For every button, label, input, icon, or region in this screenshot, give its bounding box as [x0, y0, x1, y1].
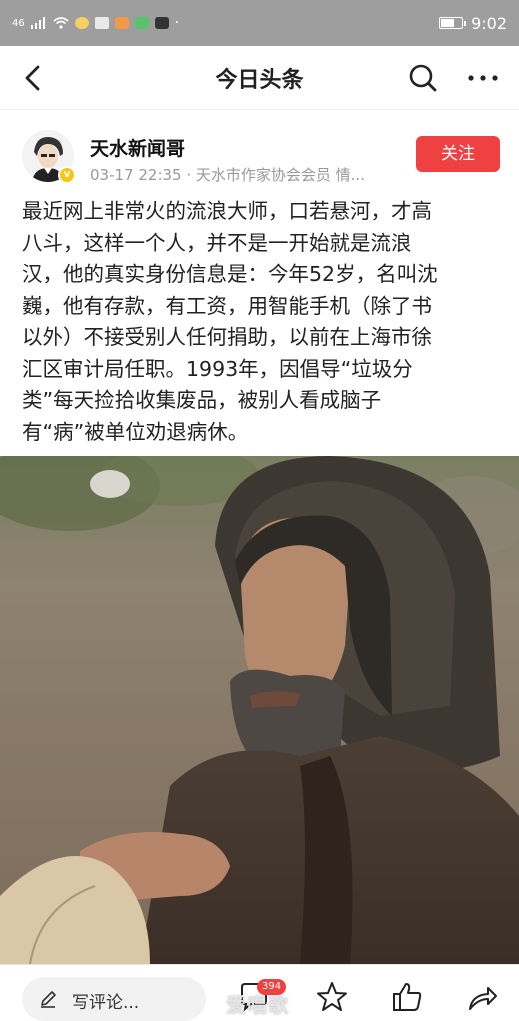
top-nav-bar: 今日头条 — [0, 46, 519, 110]
signal-icon — [30, 17, 45, 29]
watermark-text: 爱唱歌 — [226, 993, 289, 1017]
notification-app-icon — [74, 17, 89, 29]
pencil-icon — [41, 991, 56, 1008]
follow-button[interactable]: 关注 — [416, 136, 500, 172]
author-name[interactable]: 天水新闻哥 — [90, 134, 185, 161]
battery-icon — [439, 17, 467, 29]
comment-placeholder: 写评论... — [72, 993, 140, 1013]
photo-illustration — [0, 456, 519, 964]
article-line: 以外）不接受别人任何捐助，以前在上海市徐 — [22, 325, 432, 349]
comment-input[interactable]: 写评论... — [22, 977, 206, 1021]
article-line: 汉，他的真实身份信息是：今年52岁，名叫沈 — [22, 262, 438, 286]
clock: 9:02 — [471, 13, 507, 33]
status-left-icons: 46 · — [12, 15, 179, 31]
article-body: 最近网上非常火的流浪大师，口若悬河，才高 八斗，这样一个人，并不是一开始就是流浪… — [22, 196, 500, 448]
article-line: 类”每天捡拾收集废品，被别人看成脑子 — [22, 388, 382, 412]
more-notifications-icon: · — [174, 15, 180, 31]
author-header: v 天水新闻哥 03-17 22:35 · 天水市作家协会会员 情... 关注 — [0, 110, 519, 192]
article-line: 汇区审计局任职。1993年，因倡导“垃圾分 — [22, 356, 413, 381]
star-icon[interactable] — [314, 979, 350, 1015]
status-right: 9:02 — [439, 14, 507, 33]
thumbs-up-icon[interactable] — [389, 979, 425, 1015]
bottom-action-bar: 写评论... 394 爱唱歌 — [0, 964, 519, 1021]
share-arrow-icon[interactable] — [464, 979, 500, 1015]
notification-app-icon — [114, 17, 129, 29]
tiktok-icon — [154, 17, 169, 29]
article-line: 巍，他有存款，有工资，用智能手机（除了书 — [22, 293, 432, 318]
article-photo[interactable] — [0, 456, 519, 964]
verified-v-icon: v — [58, 166, 76, 184]
wifi-icon — [53, 17, 69, 29]
article-line: 最近网上非常火的流浪大师，口若悬河，才高 — [22, 199, 432, 223]
post-meta: 03-17 22:35 · 天水市作家协会会员 情... — [90, 166, 365, 184]
signal-indicator: 46 — [12, 17, 25, 29]
article-line: 八斗，这样一个人，并不是一开始就是流浪 — [22, 230, 412, 255]
notification-app-icon — [134, 17, 149, 29]
status-bar: 46 · 9:02 — [0, 0, 519, 46]
search-icon[interactable] — [407, 62, 439, 94]
more-dots-icon[interactable] — [465, 62, 501, 94]
notification-app-icon — [94, 17, 109, 29]
chevron-left-icon[interactable] — [18, 62, 50, 94]
article-line: 有“病”被单位劝退病休。 — [22, 419, 249, 444]
page-title: 今日头条 — [215, 67, 304, 93]
